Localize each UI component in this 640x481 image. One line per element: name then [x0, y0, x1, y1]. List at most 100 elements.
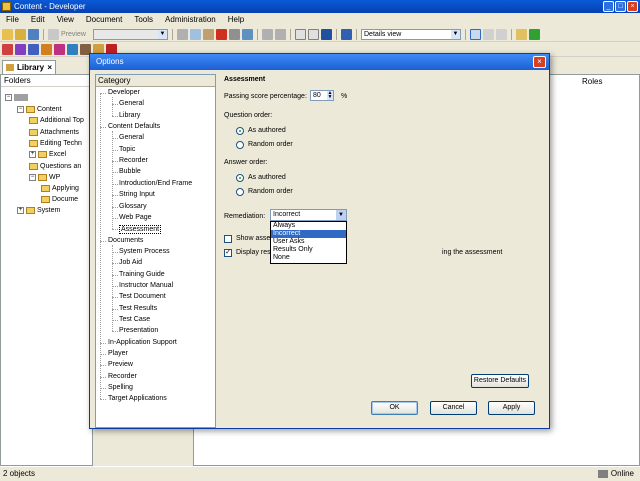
maximize-button[interactable]: □: [615, 1, 626, 12]
category-doc-test-case[interactable]: Test Case: [119, 316, 150, 323]
menu-view[interactable]: View: [51, 15, 80, 24]
replace-icon[interactable]: [242, 28, 253, 40]
category-doc-training-guide[interactable]: Training Guide: [119, 271, 165, 278]
category-developer[interactable]: Developer: [108, 89, 140, 96]
insert-web-page-icon[interactable]: [41, 43, 52, 55]
preview-label[interactable]: Preview: [61, 31, 91, 38]
category-cd-string-input[interactable]: String Input: [119, 191, 155, 198]
tree-item[interactable]: + Excel: [29, 151, 66, 158]
roles-column-header[interactable]: Roles: [582, 77, 602, 86]
insert-package-icon[interactable]: [67, 43, 78, 55]
question-order-random-label[interactable]: Random order: [248, 141, 293, 148]
category-doc-presentation[interactable]: Presentation: [119, 327, 158, 334]
remediation-option-incorrect[interactable]: Incorrect: [271, 230, 346, 238]
category-doc-instructor-manual[interactable]: Instructor Manual: [119, 282, 173, 289]
answer-order-authored-label[interactable]: As authored: [248, 174, 286, 181]
category-cd-glossary[interactable]: Glossary: [119, 203, 147, 210]
category-content-defaults[interactable]: Content Defaults: [108, 123, 160, 130]
category-player[interactable]: Player: [108, 350, 128, 357]
question-order-random-radio[interactable]: [236, 141, 244, 149]
category-cd-assessment[interactable]: Assessment: [119, 225, 162, 235]
category-documents[interactable]: Documents: [108, 237, 143, 244]
answer-order-random-label[interactable]: Random order: [248, 188, 293, 195]
category-doc-job-aid[interactable]: Job Aid: [119, 259, 142, 266]
category-spelling[interactable]: Spelling: [108, 384, 133, 391]
details-view-icon[interactable]: [470, 28, 481, 40]
category-developer-library[interactable]: Library: [119, 112, 140, 119]
refresh-icon[interactable]: [529, 28, 540, 40]
find-icon[interactable]: [229, 28, 240, 40]
cancel-button[interactable]: Cancel: [430, 401, 477, 415]
expand-icon[interactable]: [295, 28, 306, 40]
menu-edit[interactable]: Edit: [25, 15, 51, 24]
tree-item[interactable]: − Content: [17, 106, 62, 113]
cut-icon[interactable]: [177, 28, 188, 40]
insert-section-icon[interactable]: [28, 43, 39, 55]
menu-file[interactable]: File: [0, 15, 25, 24]
remediation-option-results-only[interactable]: Results Only: [271, 246, 346, 254]
category-doc-system-process[interactable]: System Process: [119, 248, 170, 255]
new-icon[interactable]: [2, 28, 13, 40]
tree-root[interactable]: −: [5, 94, 28, 101]
insert-module-icon[interactable]: [15, 43, 26, 55]
category-cd-intro-end-frame[interactable]: Introduction/End Frame: [119, 180, 192, 187]
view-select[interactable]: Details view ▼: [361, 28, 461, 40]
category-cd-recorder[interactable]: Recorder: [119, 157, 148, 164]
answer-order-authored-radio[interactable]: [236, 174, 244, 182]
tab-library[interactable]: Library ×: [2, 60, 56, 74]
category-doc-test-results[interactable]: Test Results: [119, 305, 157, 312]
delete-icon[interactable]: [216, 28, 227, 40]
minimize-button[interactable]: _: [603, 1, 614, 12]
insert-question-icon[interactable]: [54, 43, 65, 55]
remediation-option-always[interactable]: Always: [271, 222, 346, 230]
tree-item[interactable]: Attachments: [29, 129, 79, 136]
dialog-close-button[interactable]: ×: [533, 56, 546, 68]
menu-document[interactable]: Document: [80, 15, 128, 24]
show-checkbox[interactable]: [224, 235, 232, 243]
tree-item[interactable]: Editing Techn: [29, 140, 82, 147]
preview-icon[interactable]: [48, 28, 59, 40]
apply-button[interactable]: Apply: [488, 401, 535, 415]
question-order-authored-radio[interactable]: [236, 127, 244, 135]
open-icon[interactable]: [15, 28, 26, 40]
menu-administration[interactable]: Administration: [159, 15, 222, 24]
ok-button[interactable]: OK: [371, 401, 418, 415]
chevron-down-icon[interactable]: ▼: [336, 210, 346, 220]
tree-item[interactable]: + System: [17, 207, 60, 214]
tiles-view-icon[interactable]: [496, 28, 507, 40]
copy-icon[interactable]: [190, 28, 201, 40]
tree-item[interactable]: − WP: [29, 174, 60, 181]
insert-topic-icon[interactable]: [2, 43, 13, 55]
category-recorder[interactable]: Recorder: [108, 373, 137, 380]
category-developer-general[interactable]: General: [119, 100, 144, 107]
close-window-button[interactable]: ×: [627, 1, 638, 12]
tree-item[interactable]: Additional Top: [29, 117, 84, 124]
remediation-select[interactable]: Incorrect ▼: [270, 209, 347, 221]
category-cd-bubble[interactable]: Bubble: [119, 168, 141, 175]
help-icon[interactable]: [341, 28, 352, 40]
answer-order-random-radio[interactable]: [236, 188, 244, 196]
category-in-application-support[interactable]: In-Application Support: [108, 339, 177, 346]
properties-icon[interactable]: [321, 28, 332, 40]
tree-item[interactable]: Docume: [41, 196, 78, 203]
up-folder-icon[interactable]: [516, 28, 527, 40]
list-view-icon[interactable]: [483, 28, 494, 40]
passing-score-input[interactable]: 80 ▲ ▼: [310, 90, 334, 101]
preview-combo[interactable]: ▼: [93, 28, 168, 40]
restore-defaults-button[interactable]: Restore Defaults: [471, 374, 529, 388]
category-target-applications[interactable]: Target Applications: [108, 395, 167, 402]
remediation-option-user-asks[interactable]: User Asks: [271, 238, 346, 246]
undo-icon[interactable]: [262, 28, 273, 40]
category-cd-topic[interactable]: Topic: [119, 146, 135, 153]
menu-tools[interactable]: Tools: [128, 15, 159, 24]
display-results-checkbox[interactable]: ✓: [224, 249, 232, 257]
display-results-label[interactable]: Display res: [236, 249, 271, 256]
paste-icon[interactable]: [203, 28, 214, 40]
remediation-option-none[interactable]: None: [271, 254, 346, 262]
category-cd-general[interactable]: General: [119, 134, 144, 141]
collapse-icon[interactable]: [308, 28, 319, 40]
category-doc-test-document[interactable]: Test Document: [119, 293, 166, 300]
tree-item[interactable]: Applying: [41, 185, 79, 192]
save-icon[interactable]: [28, 28, 39, 40]
question-order-authored-label[interactable]: As authored: [248, 127, 286, 134]
